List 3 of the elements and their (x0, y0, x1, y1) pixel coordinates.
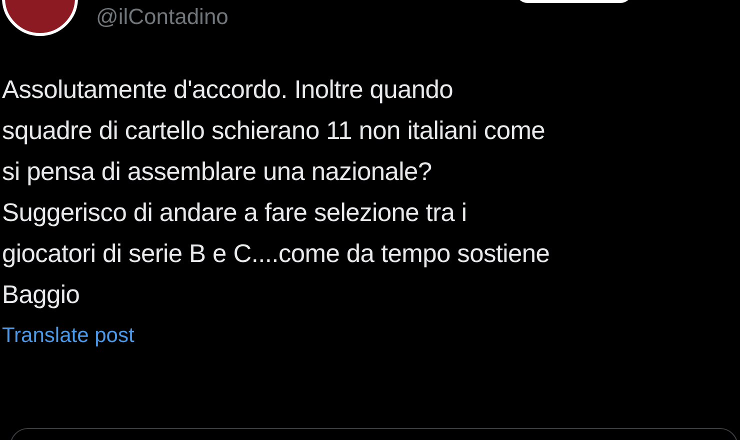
user-handle: @ilContadino (96, 3, 228, 31)
post-text: Assolutamente d'accordo. Inoltre quando squadre di cartello schierano 11 non italiani come si pensa di assemblare una nazionale? Suggerisco di andare a fare selezione tra i giocatori di serie B e C....come da tempo sostiene Baggio (2, 75, 551, 311)
translate-link[interactable]: Translate post (2, 322, 134, 350)
